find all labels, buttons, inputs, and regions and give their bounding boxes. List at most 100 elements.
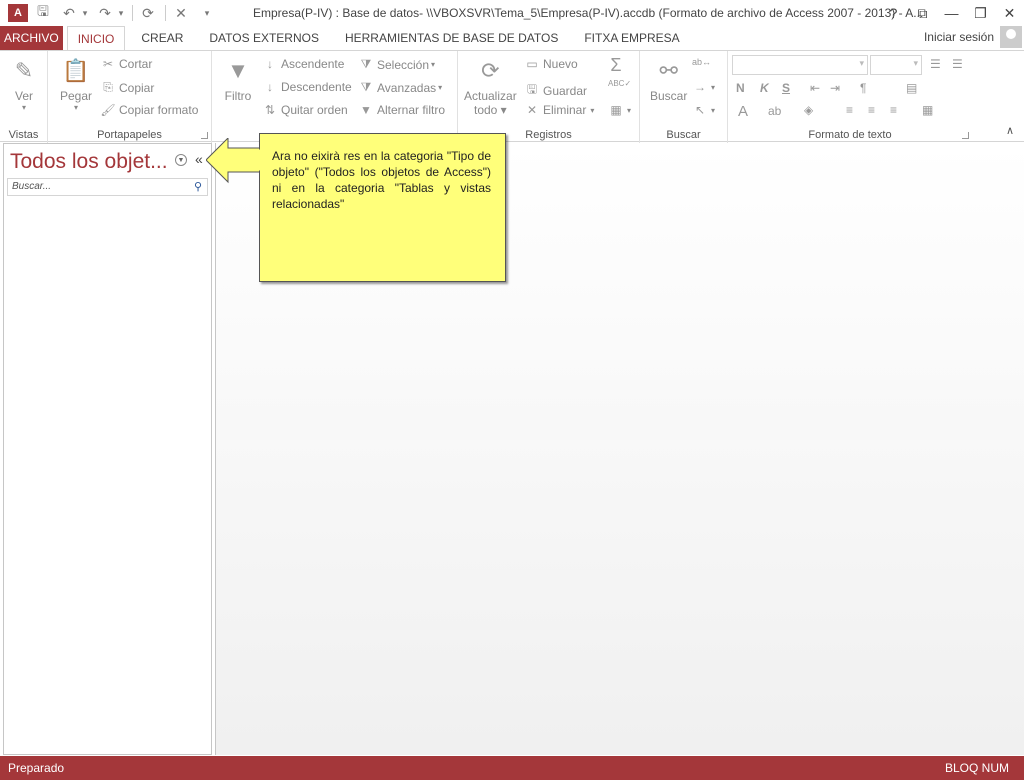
- dropdown-icon: ▾: [438, 83, 443, 92]
- group-label: Portapapeles: [97, 129, 162, 141]
- search-input[interactable]: Buscar... ⚲: [7, 178, 208, 196]
- ribbon-display-options-button[interactable]: ⧉: [908, 0, 937, 26]
- callout-text: Ara no eixirà res en la categoria "Tipo …: [272, 149, 491, 211]
- tab-fitxa-empresa[interactable]: FITXA EMPRESA: [574, 26, 689, 50]
- tab-herramientas[interactable]: HERRAMIENTAS DE BASE DE DATOS: [335, 26, 568, 50]
- eliminar-button[interactable]: ✕ Eliminar ▾: [524, 103, 594, 117]
- sign-in-link[interactable]: Iniciar sesión: [924, 30, 994, 44]
- nav-pane-title[interactable]: Todos los objet...: [10, 150, 168, 174]
- cortar-button[interactable]: ✂ Cortar: [100, 57, 152, 71]
- copiar-button[interactable]: ⎘ Copiar: [100, 80, 154, 95]
- replace-button[interactable]: ab↔: [692, 57, 711, 67]
- close-button[interactable]: ✕: [995, 0, 1024, 26]
- tab-inicio[interactable]: INICIO: [66, 26, 126, 50]
- help-button[interactable]: ?: [879, 0, 908, 26]
- format-painter-icon: 🖌: [100, 103, 116, 117]
- paragraph-direction-icon[interactable]: ¶: [860, 81, 866, 95]
- align-right-icon[interactable]: ≡: [890, 103, 897, 117]
- redo-dropdown-icon[interactable]: ▾: [116, 2, 126, 24]
- pegar-label: Pegar: [60, 89, 93, 103]
- highlight-icon[interactable]: ab: [768, 104, 781, 118]
- alternate-row-icon[interactable]: ▦: [922, 103, 933, 117]
- select-button[interactable]: ↖ ▾: [692, 103, 715, 117]
- alternar-filtro-button[interactable]: ▼ Alternar filtro: [358, 103, 445, 117]
- seleccion-button[interactable]: ⧩ Selección ▾: [358, 57, 435, 72]
- actualizar-todo-button[interactable]: ⟳ Actualizar todo ▾: [464, 55, 517, 117]
- font-size-select[interactable]: [870, 55, 922, 75]
- search-icon[interactable]: ⚲: [191, 180, 205, 194]
- pane-splitter[interactable]: [212, 143, 215, 755]
- ascendente-label: Ascendente: [281, 57, 345, 71]
- spelling-button[interactable]: ABC✓: [608, 79, 631, 88]
- avanzadas-label: Avanzadas: [377, 80, 437, 95]
- numbering-icon[interactable]: ☰: [952, 57, 963, 71]
- decrease-indent-icon[interactable]: ⇤: [810, 81, 820, 95]
- navigation-pane: Todos los objet... ▼ « Buscar... ⚲: [3, 143, 212, 755]
- gridlines-icon[interactable]: ▤: [906, 81, 917, 95]
- window-controls: ? ⧉ — ❐ ✕: [879, 0, 1024, 26]
- redo-icon[interactable]: ↷: [94, 2, 116, 24]
- arrow-right-icon: →: [694, 80, 706, 94]
- minimize-button[interactable]: —: [937, 0, 966, 26]
- window-title: Empresa(P-IV) : Base de datos- \\VBOXSVR…: [253, 6, 924, 20]
- align-center-icon[interactable]: ≡: [868, 103, 875, 117]
- maximize-button[interactable]: ❐: [966, 0, 995, 26]
- quitar-orden-button[interactable]: ⇅ Quitar orden: [262, 103, 348, 117]
- refresh-icon: ⟳: [481, 58, 500, 83]
- scissors-icon: ✂: [102, 57, 114, 71]
- eliminar-label: Eliminar: [543, 103, 587, 117]
- toggle-filter-icon: ▼: [360, 103, 372, 117]
- collapse-ribbon-icon[interactable]: ∧: [1006, 124, 1014, 137]
- pegar-button[interactable]: 📋 Pegar ▾: [60, 55, 92, 112]
- font-name-select[interactable]: [732, 55, 868, 75]
- save-icon[interactable]: 🖫: [32, 2, 54, 24]
- quitar-orden-label: Quitar orden: [281, 103, 348, 117]
- italic-button[interactable]: K: [760, 81, 769, 95]
- dialog-launcher-icon[interactable]: [962, 132, 969, 139]
- tab-crear[interactable]: CREAR: [131, 26, 193, 50]
- customize-qat-icon[interactable]: ▾: [196, 2, 218, 24]
- undo-dropdown-icon[interactable]: ▾: [80, 2, 90, 24]
- ascendente-button[interactable]: ↓ Ascendente: [262, 57, 344, 71]
- group-registros: ⟳ Actualizar todo ▾ ▭ Nuevo 🖫 Guardar ✕ …: [458, 51, 640, 143]
- ver-button[interactable]: ✎ Ver ▾: [8, 55, 40, 112]
- goto-button[interactable]: → ▾: [692, 80, 715, 94]
- collapse-pane-button[interactable]: «: [195, 151, 203, 167]
- copiar-formato-button[interactable]: 🖌 Copiar formato: [100, 103, 198, 117]
- align-left-icon[interactable]: ≡: [846, 103, 853, 117]
- dropdown-icon: ▾: [74, 103, 79, 112]
- buscar-button[interactable]: ⚯ Buscar: [650, 55, 687, 103]
- status-text: Preparado: [8, 761, 65, 775]
- nuevo-label: Nuevo: [543, 57, 578, 71]
- refresh-clock-icon[interactable]: ⟳: [137, 2, 159, 24]
- increase-indent-icon[interactable]: ⇥: [830, 81, 840, 95]
- filtro-label: Filtro: [224, 89, 252, 103]
- tab-datos-externos[interactable]: DATOS EXTERNOS: [199, 26, 329, 50]
- undo-icon[interactable]: ↶: [58, 2, 80, 24]
- tab-file[interactable]: ARCHIVO: [0, 26, 63, 50]
- more-button[interactable]: ▦ ▾: [608, 103, 631, 117]
- sigma-icon: Σ: [610, 55, 622, 75]
- filter-icon: ▼: [227, 58, 249, 83]
- num-lock-indicator: BLOQ NUM: [944, 761, 1009, 775]
- access-app-icon[interactable]: A: [8, 4, 28, 22]
- nav-menu-dropdown-icon[interactable]: ▼: [175, 154, 187, 166]
- underline-button[interactable]: S: [782, 81, 790, 95]
- guardar-button[interactable]: 🖫 Guardar: [524, 80, 587, 101]
- ver-label: Ver: [14, 89, 33, 103]
- group-vistas: ✎ Ver ▾ Vistas: [0, 51, 48, 143]
- close-database-icon[interactable]: ✕: [170, 2, 192, 24]
- descendente-button[interactable]: ↓ Descendente: [262, 80, 352, 94]
- nuevo-button[interactable]: ▭ Nuevo: [524, 57, 578, 71]
- bullets-icon[interactable]: ☰: [930, 57, 941, 71]
- fill-color-icon[interactable]: ◈: [804, 103, 813, 117]
- descendente-label: Descendente: [281, 80, 352, 94]
- totals-button[interactable]: Σ: [608, 55, 627, 76]
- filtro-button[interactable]: ▼ Filtro: [222, 55, 254, 103]
- bold-button[interactable]: N: [736, 81, 745, 95]
- new-record-icon: ▭: [526, 57, 538, 71]
- font-color-button[interactable]: A: [738, 103, 748, 120]
- avanzadas-button[interactable]: ⧩ Avanzadas ▾: [358, 80, 443, 95]
- delete-icon: ✕: [526, 103, 538, 117]
- avatar[interactable]: [1000, 26, 1022, 48]
